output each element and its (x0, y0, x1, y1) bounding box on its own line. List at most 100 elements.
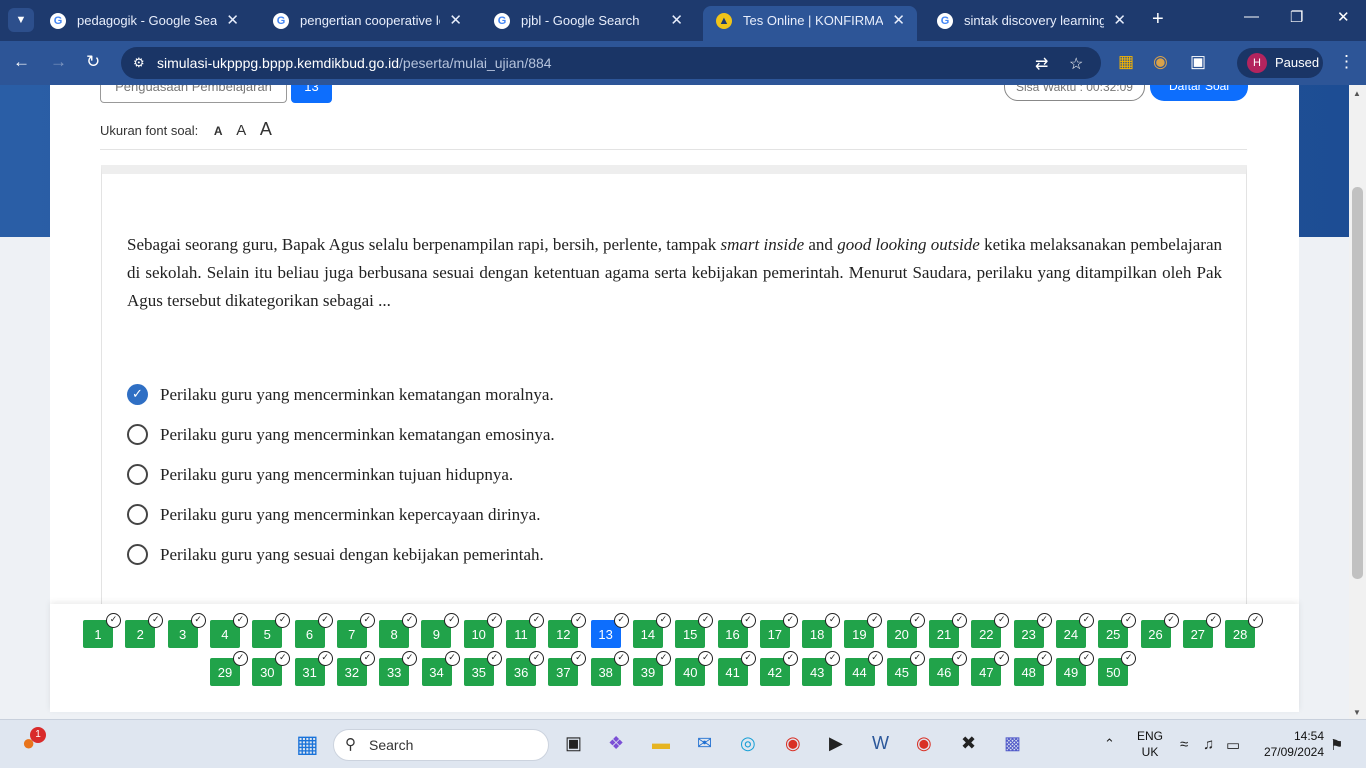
answer-option[interactable]: Perilaku guru yang mencerminkan kematang… (127, 424, 555, 446)
question-nav-button[interactable]: 28 ✓ (1225, 613, 1264, 648)
profile-button[interactable]: H Paused (1237, 48, 1323, 78)
question-nav-button[interactable]: 35 ✓ (463, 651, 502, 686)
edge-icon[interactable]: ◎ (740, 733, 756, 754)
question-nav-button[interactable]: 46 ✓ (929, 651, 968, 686)
radio-checked-icon[interactable]: ✓ (127, 384, 148, 405)
restore-icon[interactable]: ❐ (1290, 8, 1303, 26)
question-nav-button[interactable]: 38 ✓ (590, 651, 629, 686)
question-nav-button[interactable]: 34 ✓ (421, 651, 460, 686)
category-select[interactable]: Penguasaan Pembelajaran (100, 85, 287, 103)
question-nav-button[interactable]: 7 ✓ (336, 613, 375, 648)
question-nav-button[interactable]: 3 ✓ (167, 613, 206, 648)
copilot-icon[interactable]: ❖ (608, 733, 624, 754)
answer-option[interactable]: ✓ Perilaku guru yang mencerminkan kematan… (127, 384, 554, 406)
media-player-icon[interactable]: ▶ (829, 733, 843, 754)
close-window-icon[interactable]: ✕ (1337, 8, 1350, 26)
taskbar-search[interactable]: ⚲ Search (333, 729, 549, 761)
wifi-icon[interactable]: ≈ (1180, 736, 1188, 753)
question-nav-button[interactable]: 6 ✓ (294, 613, 333, 648)
question-nav-button[interactable]: 12 ✓ (548, 613, 587, 648)
page-scrollbar[interactable]: ▲ ▼ (1349, 85, 1366, 719)
question-nav-button[interactable]: 9 ✓ (421, 613, 460, 648)
apps-grid-icon[interactable]: ▦ (1118, 52, 1134, 72)
tab-close-icon[interactable]: ✕ (1113, 6, 1126, 35)
capcut-icon[interactable]: ✖ (961, 733, 976, 754)
question-nav-button[interactable]: 42 ✓ (759, 651, 798, 686)
question-nav-button[interactable]: 40 ✓ (675, 651, 714, 686)
reload-icon[interactable]: ↻ (86, 52, 100, 72)
forward-icon[interactable]: → (50, 52, 67, 72)
tab-close-icon[interactable]: ✕ (226, 6, 239, 35)
scroll-up-icon[interactable]: ▲ (1353, 89, 1361, 98)
scrollbar-thumb[interactable] (1352, 187, 1363, 579)
scroll-down-icon[interactable]: ▼ (1353, 708, 1361, 717)
battery-icon[interactable]: ▭ (1226, 736, 1240, 754)
tab-5[interactable]: Gsintak discovery learning - G ✕ (924, 6, 1138, 35)
tray-chevron-icon[interactable]: ⌃ (1104, 736, 1115, 752)
site-info-icon[interactable]: ⚙ (133, 55, 145, 71)
question-nav-button[interactable]: 48 ✓ (1013, 651, 1052, 686)
tab-4[interactable]: ▲ Tes Online | KONFIRMASI DA ✕ (703, 6, 917, 41)
question-nav-button[interactable]: 8 ✓ (379, 613, 418, 648)
font-large-button[interactable]: A (260, 119, 272, 139)
question-nav-button[interactable]: 37 ✓ (548, 651, 587, 686)
address-bar[interactable]: ⚙ simulasi-ukpppg.bppp.kemdikbud.go.id/p… (121, 47, 1101, 79)
question-nav-button[interactable]: 16 ✓ (717, 613, 756, 648)
question-nav-button[interactable]: 26 ✓ (1140, 613, 1179, 648)
start-windows-icon[interactable]: ▦ (296, 730, 319, 759)
radio-icon[interactable] (127, 504, 148, 525)
font-small-button[interactable]: A (214, 124, 223, 138)
question-nav-button[interactable]: 25 ✓ (1098, 613, 1137, 648)
task-view-icon[interactable]: ▣ (565, 733, 582, 754)
question-nav-button[interactable]: 32 ✓ (336, 651, 375, 686)
question-nav-button[interactable]: 23 ✓ (1013, 613, 1052, 648)
question-nav-button[interactable]: 5 ✓ (252, 613, 291, 648)
answer-option[interactable]: Perilaku guru yang sesuai dengan kebijak… (127, 544, 544, 566)
question-nav-button[interactable]: 22 ✓ (971, 613, 1010, 648)
radio-icon[interactable] (127, 424, 148, 445)
question-nav-button[interactable]: 44 ✓ (844, 651, 883, 686)
language-indicator[interactable]: ENG UK (1137, 728, 1163, 760)
question-nav-button[interactable]: 41 ✓ (717, 651, 756, 686)
mail-icon[interactable]: ✉ (697, 733, 712, 754)
chrome-icon[interactable]: ◉ (785, 733, 801, 754)
tab-close-icon[interactable]: ✕ (892, 6, 905, 35)
word-icon[interactable]: W (872, 733, 889, 754)
chrome-profile-icon[interactable]: ◉ (916, 733, 932, 754)
question-nav-button[interactable]: 47 ✓ (971, 651, 1010, 686)
question-nav-button[interactable]: 33 ✓ (379, 651, 418, 686)
volume-icon[interactable]: ♫ (1203, 736, 1214, 753)
extension-owl-icon[interactable]: ◉ (1153, 52, 1168, 72)
answer-option[interactable]: Perilaku guru yang mencerminkan kepercay… (127, 504, 540, 526)
question-nav-button[interactable]: 50 ✓ (1098, 651, 1137, 686)
question-nav-button[interactable]: 18 ✓ (802, 613, 841, 648)
question-nav-button[interactable]: 21 ✓ (929, 613, 967, 648)
question-nav-button[interactable]: 29 ✓ (210, 651, 248, 686)
bookmark-star-icon[interactable]: ☆ (1069, 54, 1083, 74)
question-nav-button[interactable]: 1 ✓ (83, 613, 121, 648)
teams-icon[interactable]: ▩ (1004, 733, 1021, 754)
question-list-button[interactable]: Daftar Soal (1150, 85, 1248, 101)
question-nav-button[interactable]: 39 ✓ (633, 651, 671, 686)
browser-menu-icon[interactable]: ⋮ (1338, 52, 1355, 72)
question-nav-button[interactable]: 20 ✓ (886, 613, 925, 648)
question-nav-button[interactable]: 11 ✓ (506, 613, 544, 648)
new-tab-button[interactable]: + (1152, 8, 1164, 31)
url-text[interactable]: simulasi-ukpppg.bppp.kemdikbud.go.id/pes… (157, 55, 552, 71)
tab-2[interactable]: Gpengertian cooperative learn ✕ (260, 6, 474, 35)
answer-option[interactable]: Perilaku guru yang mencerminkan tujuan h… (127, 464, 513, 486)
font-medium-button[interactable]: A (236, 122, 246, 139)
tab-close-icon[interactable]: ✕ (670, 6, 683, 35)
question-nav-button[interactable]: 45 ✓ (886, 651, 925, 686)
question-nav-button[interactable]: 14 ✓ (632, 613, 671, 648)
translate-icon[interactable]: ⇄ (1035, 54, 1048, 74)
question-nav-button[interactable]: 31 ✓ (294, 651, 333, 686)
question-nav-button[interactable]: 43 ✓ (802, 651, 841, 686)
extensions-puzzle-icon[interactable]: ▣ (1190, 52, 1206, 72)
tab-search-dropdown-icon[interactable]: ▼ (8, 8, 34, 32)
question-nav-button[interactable]: 27 ✓ (1182, 613, 1221, 648)
radio-icon[interactable] (127, 464, 148, 485)
question-nav-button[interactable]: 10 ✓ (463, 613, 502, 648)
question-nav-button[interactable]: 17 ✓ (759, 613, 798, 648)
question-nav-button[interactable]: 30 ✓ (252, 651, 291, 686)
